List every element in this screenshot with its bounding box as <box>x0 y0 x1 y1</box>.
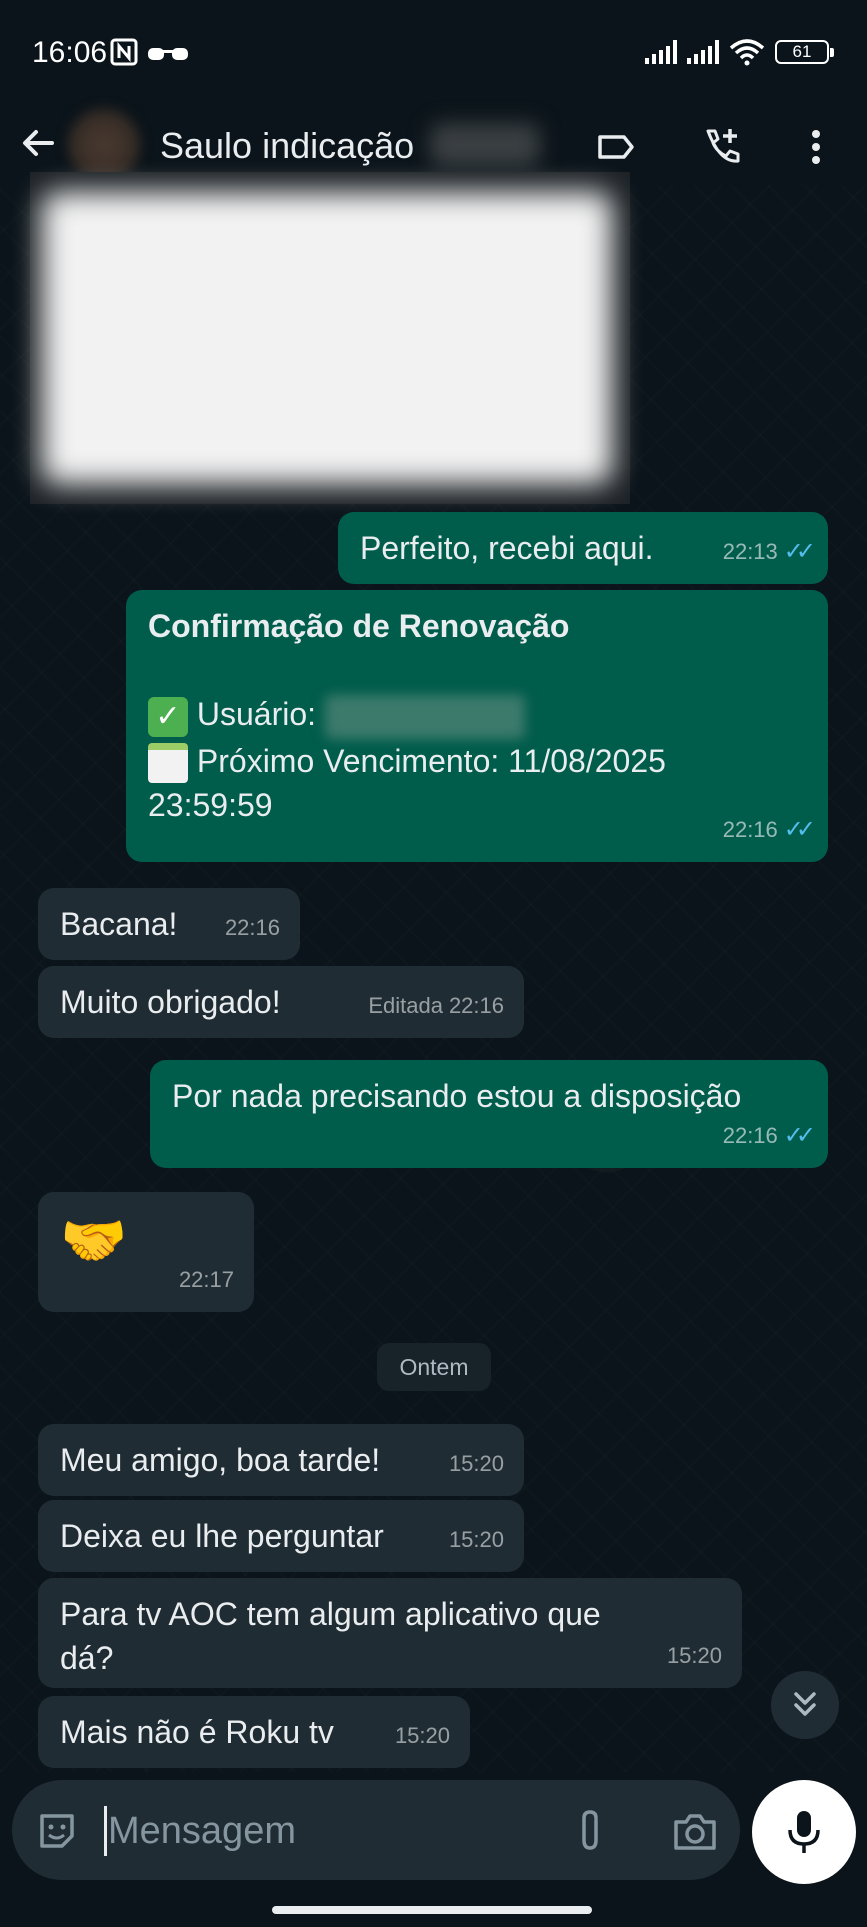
message-time: 22:16 <box>224 915 280 940</box>
message-time: 22:17 <box>178 1267 234 1292</box>
renewal-user-label: Usuário: <box>196 696 317 732</box>
message-time: 22:16 <box>448 993 504 1018</box>
blurred-image <box>42 192 612 484</box>
read-receipt-icon: ✓✓ <box>783 816 816 843</box>
message-text: Para tv AOC tem algum aplicativo que dá? <box>60 1596 601 1676</box>
nfc-icon <box>110 38 138 66</box>
scroll-to-bottom-button[interactable] <box>771 1671 839 1739</box>
redacted-image-message[interactable] <box>30 172 630 504</box>
signal-2-icon <box>687 40 719 64</box>
text-caret <box>104 1806 107 1856</box>
calendar-icon <box>148 743 188 784</box>
message-outgoing[interactable]: Perfeito, recebi aqui. 22:13 ✓✓ <box>338 512 828 584</box>
status-bar: 16:06 61 <box>0 0 867 105</box>
read-receipt-icon: ✓✓ <box>783 538 816 565</box>
message-time: 22:16 <box>722 1123 778 1148</box>
message-time: 15:20 <box>666 1643 722 1668</box>
message-time: 22:16 <box>722 817 778 842</box>
renewal-title: Confirmação de Renovação <box>148 608 570 644</box>
message-meta: 15:20 <box>449 1442 504 1486</box>
message-incoming[interactable]: Deixa eu lhe perguntar 15:20 <box>38 1500 524 1572</box>
wifi-icon <box>729 39 765 66</box>
renewal-due-time: 23:59:59 <box>148 787 273 824</box>
message-outgoing-renewal[interactable]: Confirmação de Renovação ✓ Usuário: Próx… <box>126 590 828 862</box>
message-time: 15:20 <box>448 1451 504 1476</box>
message-meta: 22:16 ✓✓ <box>722 808 816 852</box>
message-meta: 15:20 <box>449 1518 504 1562</box>
arrow-left-icon[interactable] <box>18 123 58 163</box>
status-notification-icons <box>110 38 190 66</box>
message-text: Perfeito, recebi aqui. <box>360 530 654 566</box>
message-text: Deixa eu lhe perguntar <box>60 1518 384 1554</box>
check-mark-icon: ✓ <box>148 696 188 737</box>
voice-message-button[interactable] <box>752 1780 856 1884</box>
message-meta: 22:16 <box>225 906 280 950</box>
renewal-due-line: Próximo Vencimento: 11/08/2025 <box>148 739 806 784</box>
camera-icon[interactable] <box>672 1810 718 1852</box>
message-time: 15:20 <box>448 1527 504 1552</box>
message-meta: 22:16 ✓✓ <box>722 1114 816 1158</box>
label-icon[interactable] <box>594 125 638 169</box>
status-time: 16:06 <box>32 36 108 69</box>
message-incoming[interactable]: Meu amigo, boa tarde! 15:20 <box>38 1424 524 1496</box>
message-meta: 22:13 ✓✓ <box>722 530 816 574</box>
redacted-name-part <box>430 123 540 167</box>
sticker-icon[interactable] <box>36 1810 78 1852</box>
home-indicator[interactable] <box>272 1906 592 1914</box>
message-meta: 15:20 <box>667 1634 722 1678</box>
message-text: Mais não é Roku tv <box>60 1714 334 1750</box>
renewal-user-line: ✓ Usuário: <box>148 692 806 739</box>
battery-icon: 61 <box>775 40 834 64</box>
avatar[interactable] <box>68 109 140 181</box>
paperclip-icon[interactable] <box>572 1808 608 1854</box>
double-chevron-down-icon <box>794 1692 816 1716</box>
status-system-icons: 61 <box>645 38 834 66</box>
contact-name[interactable]: Saulo indicação <box>160 125 414 167</box>
message-text: Meu amigo, boa tarde! <box>60 1442 381 1478</box>
message-text: Por nada precisando estou a disposição <box>172 1078 742 1114</box>
redacted-username <box>324 694 525 739</box>
more-vertical-icon[interactable] <box>794 125 838 169</box>
message-time: 22:13 <box>722 539 778 564</box>
message-incoming-emoji[interactable]: 🤝 22:17 <box>38 1192 254 1312</box>
message-incoming[interactable]: Muito obrigado! Editada 22:16 <box>38 966 524 1038</box>
message-meta: 22:17 <box>179 1258 234 1302</box>
renewal-due-label: Próximo Vencimento: 11/08/2025 <box>196 742 666 779</box>
message-incoming[interactable]: Para tv AOC tem algum aplicativo que dá?… <box>38 1578 742 1688</box>
incognito-glasses-icon <box>148 48 188 60</box>
message-composer[interactable]: Mensagem <box>12 1780 740 1880</box>
add-call-icon[interactable] <box>700 125 744 169</box>
message-text: Muito obrigado! <box>60 984 281 1020</box>
message-time: 15:20 <box>394 1723 450 1748</box>
date-divider: Ontem <box>377 1343 491 1391</box>
message-input[interactable]: Mensagem <box>108 1810 296 1853</box>
message-text: Bacana! <box>60 906 178 942</box>
read-receipt-icon: ✓✓ <box>783 1122 816 1149</box>
handshake-icon: 🤝 <box>60 1211 128 1271</box>
message-incoming[interactable]: Mais não é Roku tv 15:20 <box>38 1696 470 1768</box>
signal-1-icon <box>645 40 677 64</box>
edited-label: Editada <box>368 993 443 1018</box>
message-incoming[interactable]: Bacana! 22:16 <box>38 888 300 960</box>
message-meta: Editada 22:16 <box>368 984 504 1028</box>
microphone-icon <box>788 1811 820 1853</box>
message-outgoing[interactable]: Por nada precisando estou a disposição 2… <box>150 1060 828 1168</box>
message-meta: 15:20 <box>395 1714 450 1758</box>
